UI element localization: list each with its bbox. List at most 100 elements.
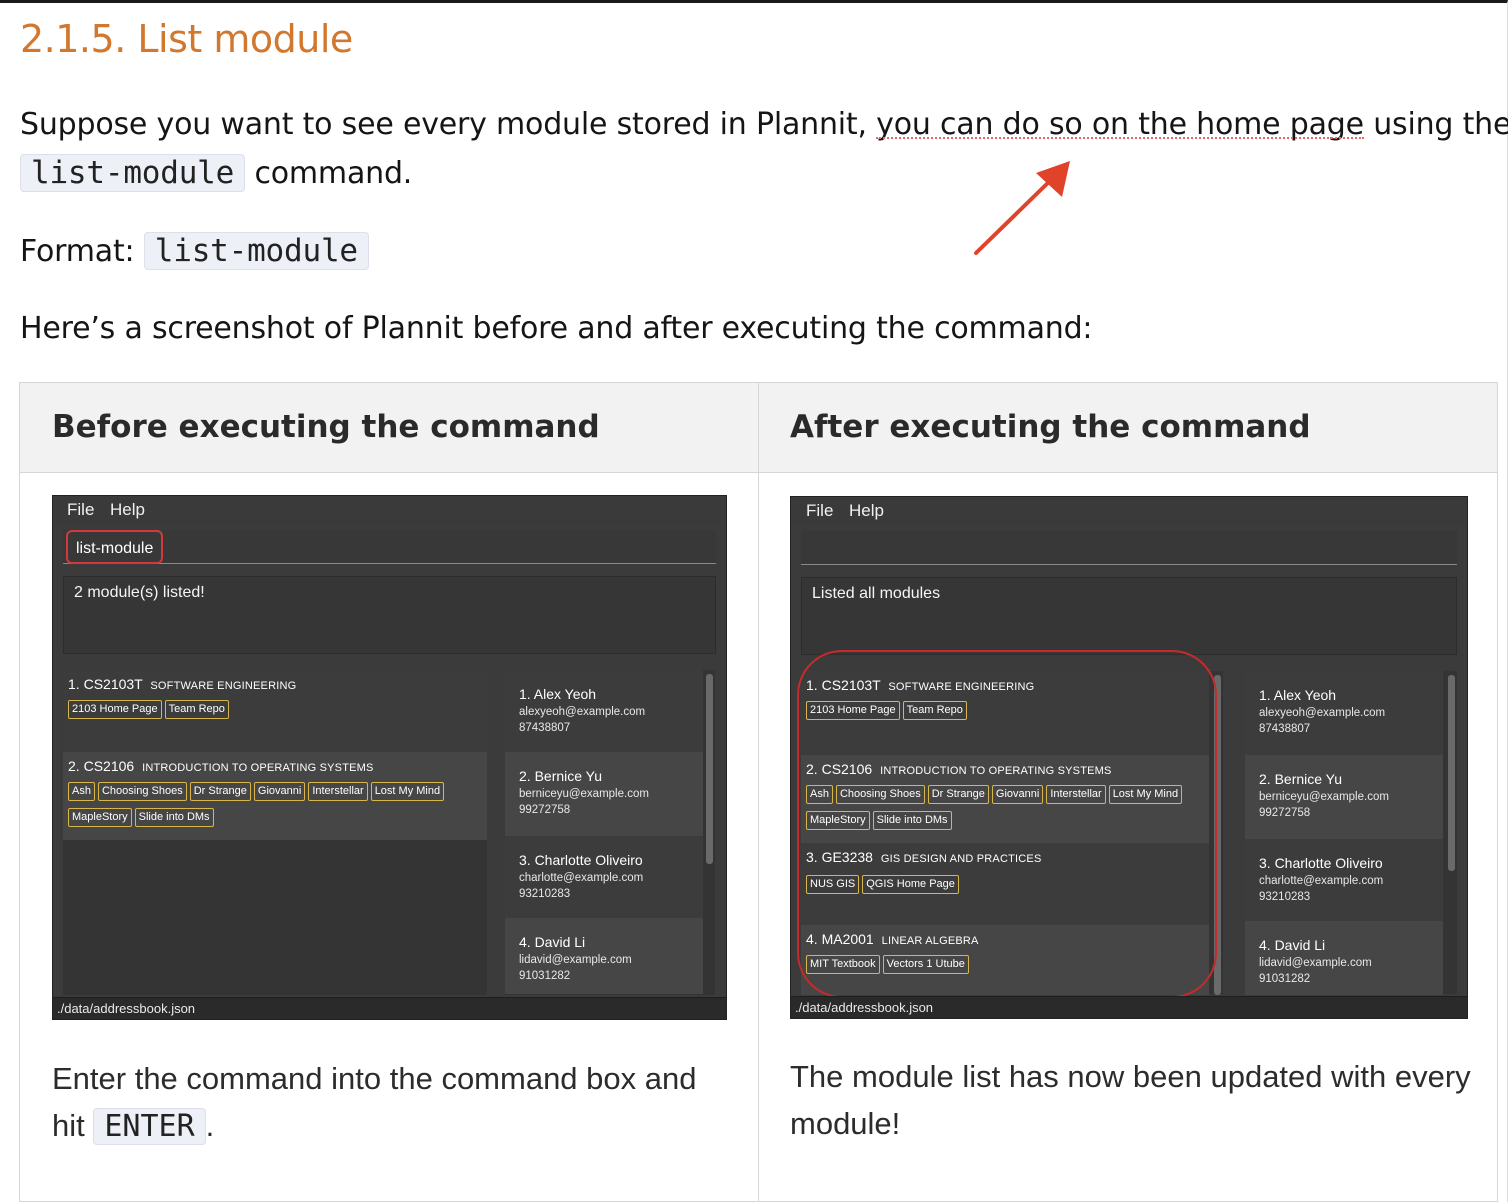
person-email: charlotte@example.com xyxy=(519,872,644,884)
person-card[interactable]: 1. Alex Yeoh alexyeoh@example.com 874388… xyxy=(505,670,703,752)
module-tag: Lost My Mind xyxy=(370,782,445,801)
module-tag: 2103 Home Page xyxy=(68,700,162,719)
module-tag: Team Repo xyxy=(902,701,967,720)
module-tag: Giovanni xyxy=(991,785,1044,804)
person-card[interactable]: 2. Bernice Yu berniceyu@example.com 9927… xyxy=(505,752,703,836)
command-input[interactable] xyxy=(804,531,820,565)
module-tag: Team Repo xyxy=(164,700,229,719)
module-code: GE3238 xyxy=(821,849,873,865)
person-card[interactable]: 4. David Li lidavid@example.com 91031282 xyxy=(505,918,703,994)
module-tag: Giovanni xyxy=(253,782,306,801)
inline-code-enter: ENTER xyxy=(93,1108,206,1145)
module-tag: MapleStory xyxy=(68,808,132,827)
module-card[interactable]: 3. GE3238 GIS DESIGN AND PRACTICES NUS G… xyxy=(801,843,1209,925)
person-name: 2. Bernice Yu xyxy=(519,768,603,784)
module-tag: QGIS Home Page xyxy=(862,875,959,894)
annotation-arrow-icon xyxy=(974,161,1070,255)
module-tag: Interstellar xyxy=(1046,785,1106,804)
person-card[interactable]: 4. David Li lidavid@example.com 91031282 xyxy=(1245,921,1443,995)
person-scrollbar[interactable] xyxy=(1448,675,1455,871)
screenshot-intro: Here’s a screenshot of Plannit before an… xyxy=(20,311,1093,346)
before-caption: Enter the command into the command box a… xyxy=(52,1055,732,1150)
format-line: Format: list-module xyxy=(20,227,369,276)
module-name: SOFTWARE ENGINEERING xyxy=(150,680,297,692)
module-tag: 2103 Home Page xyxy=(806,701,900,720)
person-email: berniceyu@example.com xyxy=(1259,791,1389,803)
module-index: 4. xyxy=(806,931,818,947)
menu-help[interactable]: Help xyxy=(110,500,145,520)
module-name: LINEAR ALGEBRA xyxy=(881,935,979,947)
before-app-window: File Help list-module 2 module(s) listed… xyxy=(52,495,727,1020)
column-divider xyxy=(758,383,759,1201)
section-title: 2.1.5. List module xyxy=(20,17,353,61)
module-title: 4. MA2001 LINEAR ALGEBRA xyxy=(806,931,979,947)
module-tag: Choosing Shoes xyxy=(97,782,187,801)
result-display: Listed all modules xyxy=(801,577,1457,655)
menu-help[interactable]: Help xyxy=(849,501,884,521)
before-header: Before executing the command xyxy=(52,409,600,445)
module-name: SOFTWARE ENGINEERING xyxy=(888,681,1035,693)
module-card[interactable]: 1. CS2103T SOFTWARE ENGINEERING 2103 Hom… xyxy=(63,670,487,752)
result-text: Listed all modules xyxy=(812,585,941,602)
person-name: 3. Charlotte Oliveiro xyxy=(1259,855,1383,871)
person-scrollbar[interactable] xyxy=(706,674,713,864)
person-email: charlotte@example.com xyxy=(1259,875,1384,887)
person-email: alexyeoh@example.com xyxy=(1259,707,1386,719)
module-index: 2. xyxy=(806,761,818,777)
module-tag: MIT Textbook xyxy=(806,955,880,974)
after-caption: The module list has now been updated wit… xyxy=(790,1059,1471,1141)
module-card[interactable]: 4. MA2001 LINEAR ALGEBRA MIT Textbook Vec… xyxy=(801,925,1209,995)
module-name: INTRODUCTION TO OPERATING SYSTEMS xyxy=(142,762,374,774)
person-list-panel: 1. Alex Yeoh alexyeoh@example.com 874388… xyxy=(505,670,715,995)
person-name: 1. Alex Yeoh xyxy=(1259,687,1337,703)
module-name: GIS DESIGN AND PRACTICES xyxy=(880,853,1042,865)
person-email: alexyeoh@example.com xyxy=(519,706,646,718)
module-card[interactable]: 2. CS2106 INTRODUCTION TO OPERATING SYST… xyxy=(63,752,487,840)
format-code: list-module xyxy=(143,232,369,270)
module-code: CS2103T xyxy=(821,677,881,693)
person-card[interactable]: 3. Charlotte Oliveiro charlotte@example.… xyxy=(1245,839,1443,921)
module-tags: MapleStory Slide into DMs xyxy=(68,808,217,827)
person-phone: 93210283 xyxy=(1259,891,1311,903)
person-card[interactable]: 3. Charlotte Oliveiro charlotte@example.… xyxy=(505,836,703,918)
module-index: 1. xyxy=(68,676,80,692)
command-input[interactable]: list-module xyxy=(66,530,164,564)
module-tags: NUS GIS QGIS Home Page xyxy=(806,875,962,894)
person-phone: 93210283 xyxy=(519,888,571,900)
after-app-window: File Help Listed all modules 1. CS2103T … xyxy=(790,496,1468,1019)
menu-bar: File Help xyxy=(791,497,1467,525)
intro-paragraph: Suppose you want to see every module sto… xyxy=(20,101,1508,198)
before-caption-end: . xyxy=(205,1108,215,1143)
module-tag: Ash xyxy=(68,782,95,801)
menu-bar: File Help xyxy=(53,496,726,524)
module-tag: Vectors 1 Utube xyxy=(882,955,969,974)
module-title: 3. GE3238 GIS DESIGN AND PRACTICES xyxy=(806,849,1042,865)
module-title: 2. CS2106 INTRODUCTION TO OPERATING SYST… xyxy=(68,758,374,774)
module-card[interactable]: 2. CS2106 INTRODUCTION TO OPERATING SYST… xyxy=(801,755,1209,843)
module-tag: MapleStory xyxy=(806,811,870,830)
person-name: 4. David Li xyxy=(1259,937,1326,953)
person-name: 1. Alex Yeoh xyxy=(519,686,597,702)
module-index: 2. xyxy=(68,758,80,774)
command-box[interactable]: list-module xyxy=(63,530,716,564)
person-card[interactable]: 1. Alex Yeoh alexyeoh@example.com 874388… xyxy=(1245,671,1443,755)
module-card[interactable]: 1. CS2103T SOFTWARE ENGINEERING 2103 Hom… xyxy=(801,671,1209,755)
command-box[interactable] xyxy=(801,531,1457,565)
person-card[interactable]: 2. Bernice Yu berniceyu@example.com 9927… xyxy=(1245,755,1443,839)
module-code: CS2103T xyxy=(83,676,143,692)
after-header: After executing the command xyxy=(790,409,1311,445)
module-tag: NUS GIS xyxy=(806,875,860,894)
module-title: 1. CS2103T SOFTWARE ENGINEERING xyxy=(68,676,296,692)
module-tag: Choosing Shoes xyxy=(835,785,925,804)
module-code: MA2001 xyxy=(821,931,874,947)
menu-file[interactable]: File xyxy=(806,501,833,521)
person-list-panel: 1. Alex Yeoh alexyeoh@example.com 874388… xyxy=(1245,671,1457,995)
inline-code-list-module: list-module xyxy=(20,154,246,192)
intro-text-pre: Suppose you want to see every module sto… xyxy=(20,107,877,142)
module-title: 2. CS2106 INTRODUCTION TO OPERATING SYST… xyxy=(806,761,1112,777)
intro-text-highlight: you can do so on the home page xyxy=(876,107,1364,142)
menu-file[interactable]: File xyxy=(67,500,94,520)
module-scrollbar[interactable] xyxy=(1214,675,1221,995)
module-tag: Dr Strange xyxy=(189,782,251,801)
person-email: berniceyu@example.com xyxy=(519,788,649,800)
